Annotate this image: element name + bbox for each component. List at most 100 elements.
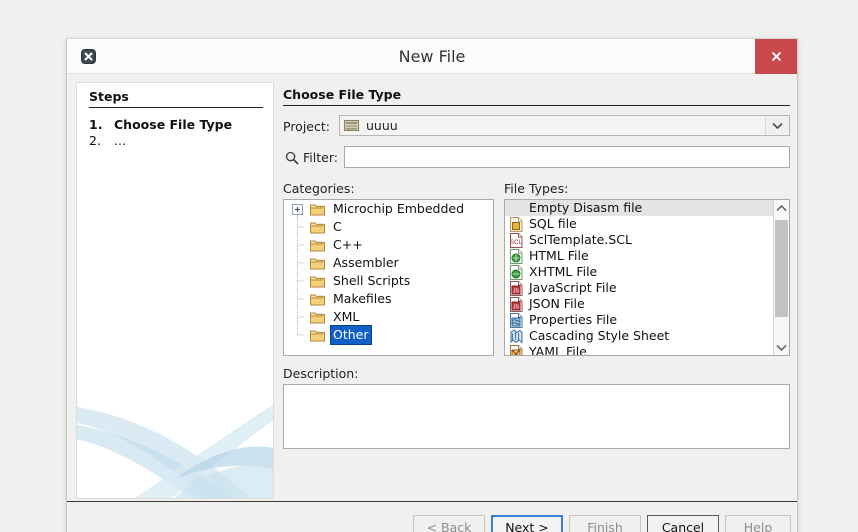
dialog-body: Steps 1. Choose File Type 2. ... Choose … (67, 74, 797, 501)
folder-icon (310, 204, 325, 216)
file-type-label: YAML File (529, 344, 587, 355)
tree-guide-icon (297, 290, 304, 308)
close-icon (771, 51, 781, 62)
step-label: Choose File Type (114, 117, 233, 132)
category-label: Shell Scripts (333, 273, 411, 288)
description-textarea[interactable] (283, 384, 790, 449)
next-button[interactable]: Next > (491, 515, 563, 532)
close-button[interactable] (755, 39, 797, 74)
file-type-list-item[interactable]: HTML File (505, 248, 773, 264)
category-list-item[interactable]: Assembler (284, 254, 493, 272)
scrollbar-thumb[interactable] (775, 220, 788, 317)
file-type-label: SQL file (529, 216, 577, 231)
file-type-label: HTML File (529, 248, 589, 263)
cancel-button[interactable]: Cancel (647, 515, 719, 532)
category-list-item[interactable]: C (284, 218, 493, 236)
js-file-icon: JS (510, 280, 523, 296)
file-types-list[interactable]: Empty Disasm file SQL file SCL SclTemplate.… (504, 199, 790, 356)
tree-guide-icon (297, 272, 304, 290)
back-button[interactable]: < Back (413, 515, 485, 532)
svg-text:JS: JS (513, 288, 520, 294)
file-type-list-item[interactable]: SQL file (505, 216, 773, 232)
category-label: C (333, 219, 342, 234)
no-icon (508, 201, 524, 216)
category-list-item[interactable]: XML (284, 308, 493, 326)
category-list-item[interactable]: Microchip Embedded (284, 200, 493, 218)
css-file-icon (510, 328, 523, 344)
json-file-icon: JS (510, 296, 523, 312)
step-number: 1. (89, 117, 103, 132)
project-value: uuuu (366, 118, 398, 133)
step-number: 2. (89, 133, 101, 148)
screen-root: New File Steps 1. Choose File Type 2. ..… (0, 0, 858, 532)
tree-gutter (290, 200, 310, 218)
steps-divider (89, 107, 263, 108)
tree-guide-icon (297, 218, 304, 236)
tree-guide-icon (297, 326, 304, 336)
file-type-list-item[interactable]: YAML File (505, 344, 773, 355)
tree-gutter (290, 218, 310, 236)
page-title: Choose File Type (283, 87, 402, 102)
yaml-file-icon (510, 344, 523, 355)
file-type-label: JavaScript File (529, 280, 617, 295)
file-type-list-item[interactable]: XHTML File (505, 264, 773, 280)
chevron-down-icon[interactable] (765, 116, 789, 135)
file-type-label: JSON File (529, 296, 585, 311)
file-type-label: SclTemplate.SCL (529, 232, 632, 247)
file-type-label: Cascading Style Sheet (529, 328, 670, 343)
folder-icon (310, 312, 325, 324)
project-label: Project: (283, 119, 330, 134)
category-list-item[interactable]: Shell Scripts (284, 272, 493, 290)
categories-list[interactable]: Microchip Embedded C C++ Assembler Shell Scr… (283, 199, 494, 356)
filter-input[interactable] (344, 146, 790, 168)
sql-file-icon (510, 216, 523, 232)
file-type-list-item[interactable]: Properties File (505, 312, 773, 328)
tree-guide-icon (297, 236, 304, 254)
folder-icon (310, 240, 325, 252)
folder-icon (310, 330, 325, 342)
chevron-down-icon[interactable] (774, 339, 789, 355)
description-label: Description: (283, 366, 359, 381)
tree-guide-icon (297, 254, 304, 272)
tree-gutter (290, 326, 310, 344)
file-type-list-item[interactable]: JS JavaScript File (505, 280, 773, 296)
category-label: Makefiles (333, 291, 392, 306)
folder-icon (310, 294, 325, 306)
dialog-titlebar: New File (67, 39, 797, 74)
steps-heading: Steps (89, 89, 129, 104)
file-type-list-item[interactable]: JS JSON File (505, 296, 773, 312)
folder-icon (310, 258, 325, 270)
file-type-list-item[interactable]: Empty Disasm file (505, 200, 773, 216)
category-list-item[interactable]: Makefiles (284, 290, 493, 308)
tree-gutter (290, 272, 310, 290)
category-list-item[interactable]: Other (284, 325, 493, 345)
dialog-button-bar: < Back Next > Finish Cancel Help (67, 501, 797, 532)
project-select[interactable]: uuuu (339, 115, 790, 136)
file-types-scrollbar[interactable] (773, 200, 789, 355)
properties-file-icon (510, 312, 523, 328)
content-panel: Choose File Type Project: uuuu Filter: C… (283, 82, 790, 499)
file-type-list-item[interactable]: Cascading Style Sheet (505, 328, 773, 344)
file-type-label: Properties File (529, 312, 618, 327)
filter-label: Filter: (303, 150, 338, 165)
finish-button[interactable]: Finish (569, 515, 641, 532)
categories-label: Categories: (283, 181, 355, 196)
file-type-label: XHTML File (529, 264, 598, 279)
file-type-list-item[interactable]: SCL SclTemplate.SCL (505, 232, 773, 248)
step-label: ... (114, 133, 126, 148)
category-label: C++ (333, 237, 363, 252)
steps-panel: Steps 1. Choose File Type 2. ... (76, 82, 274, 499)
expand-toggle-icon[interactable] (290, 200, 310, 218)
category-label: Other (330, 325, 372, 345)
help-button[interactable]: Help (725, 515, 791, 532)
scl-file-icon: SCL (510, 232, 523, 248)
folder-icon (310, 276, 325, 288)
new-file-dialog: New File Steps 1. Choose File Type 2. ..… (66, 38, 798, 532)
tree-gutter (290, 308, 310, 326)
category-list-item[interactable]: C++ (284, 236, 493, 254)
search-icon (285, 150, 299, 165)
chevron-up-icon[interactable] (774, 200, 789, 216)
project-icon (344, 120, 359, 131)
category-label: Microchip Embedded (333, 201, 465, 216)
dialog-title: New File (398, 47, 466, 66)
